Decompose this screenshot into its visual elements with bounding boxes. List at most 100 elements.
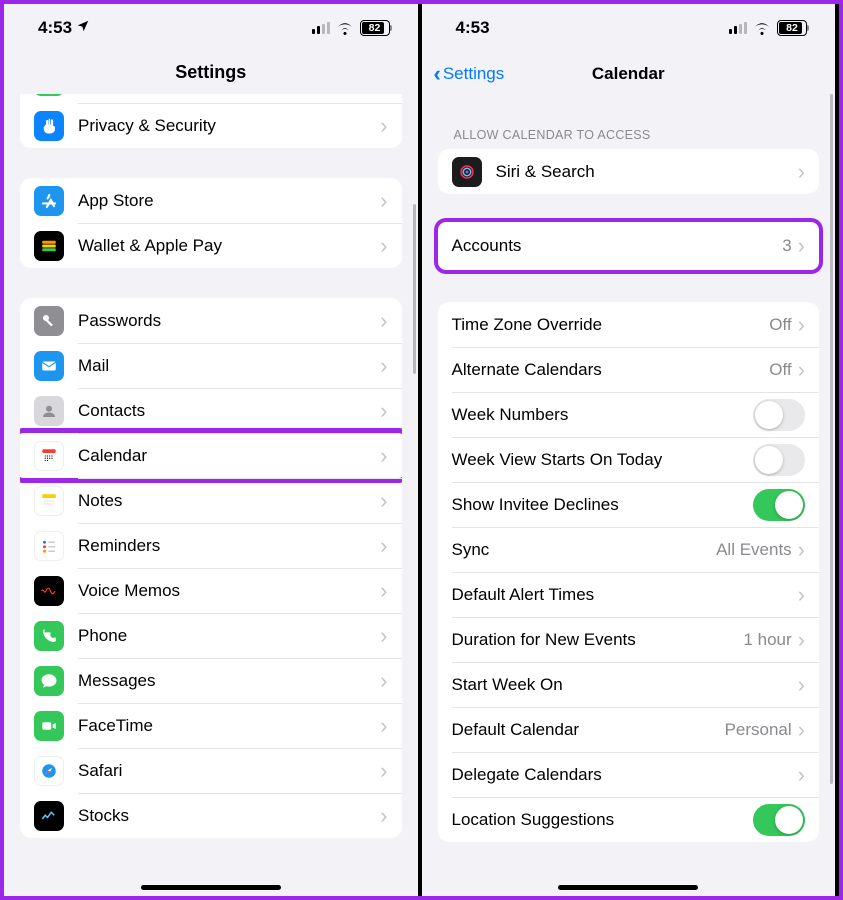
toggle-week-view-today[interactable] xyxy=(753,444,805,476)
row-default-calendar[interactable]: Default Calendar Personal › xyxy=(438,707,820,752)
chevron-right-icon: › xyxy=(380,235,387,257)
detail-value: Off xyxy=(769,360,791,380)
label: Delegate Calendars xyxy=(452,765,798,785)
battery-icon: 82 xyxy=(360,20,390,36)
chevron-right-icon: › xyxy=(798,161,805,183)
row-default-alert-times[interactable]: Default Alert Times › xyxy=(438,572,820,617)
row-phone[interactable]: Phone › xyxy=(20,613,402,658)
toggle-invitee-declines[interactable] xyxy=(753,489,805,521)
home-indicator[interactable] xyxy=(558,885,698,890)
detail-value: Personal xyxy=(725,720,792,740)
label: Reminders xyxy=(78,536,380,556)
contacts-icon xyxy=(34,396,64,426)
row-alternate-calendars[interactable]: Alternate Calendars Off › xyxy=(438,347,820,392)
back-button[interactable]: ‹ Settings xyxy=(434,63,505,85)
chevron-right-icon: › xyxy=(380,400,387,422)
scroll-indicator[interactable] xyxy=(413,204,416,374)
row-duration-new-events[interactable]: Duration for New Events 1 hour › xyxy=(438,617,820,662)
label: Messages xyxy=(78,671,380,691)
row-app-store[interactable]: App Store › xyxy=(20,178,402,223)
appstore-icon xyxy=(34,186,64,216)
chevron-right-icon: › xyxy=(380,490,387,512)
row-sync[interactable]: Sync All Events › xyxy=(438,527,820,572)
label: Sync xyxy=(452,540,717,560)
chevron-right-icon: › xyxy=(798,314,805,336)
phone-icon xyxy=(34,621,64,651)
safari-icon xyxy=(34,756,64,786)
row-stocks[interactable]: Stocks › xyxy=(20,793,402,838)
section-header-allow: ALLOW CALENDAR TO ACCESS xyxy=(422,120,836,149)
row-siri-search[interactable]: Siri & Search › xyxy=(438,149,820,194)
label: Mail xyxy=(78,356,380,376)
label: Alternate Calendars xyxy=(452,360,770,380)
chevron-right-icon: › xyxy=(798,764,805,786)
label: Calendar xyxy=(78,446,380,466)
row-calendar[interactable]: Calendar › xyxy=(20,433,402,478)
group-calendar-options: Time Zone Override Off › Alternate Calen… xyxy=(438,302,820,842)
chevron-right-icon: › xyxy=(380,355,387,377)
label: FaceTime xyxy=(78,716,380,736)
status-bar: 4:53 82 xyxy=(4,4,418,52)
row-notes[interactable]: Notes › xyxy=(20,478,402,523)
row-show-invitee-declines[interactable]: Show Invitee Declines xyxy=(438,482,820,527)
detail-value: Off xyxy=(769,315,791,335)
row-delegate-calendars[interactable]: Delegate Calendars › xyxy=(438,752,820,797)
calendar-scroll[interactable]: ALLOW CALENDAR TO ACCESS Siri & Search ›… xyxy=(422,94,836,896)
row-mail[interactable]: Mail › xyxy=(20,343,402,388)
group-apps: Passwords › Mail › Contacts › xyxy=(20,298,402,838)
settings-scroll[interactable]: › Privacy & Security › App Store › xyxy=(4,94,418,896)
toggle-location-suggestions[interactable] xyxy=(753,804,805,836)
battery-icon: 82 xyxy=(777,20,807,36)
row-location-suggestions[interactable]: Location Suggestions xyxy=(438,797,820,842)
row-safari[interactable]: Safari › xyxy=(20,748,402,793)
row-passwords[interactable]: Passwords › xyxy=(20,298,402,343)
row-week-numbers[interactable]: Week Numbers xyxy=(438,392,820,437)
row-hidden-top[interactable]: › xyxy=(20,94,402,103)
label: Wallet & Apple Pay xyxy=(78,236,380,256)
back-label: Settings xyxy=(443,64,504,84)
stocks-icon xyxy=(34,801,64,831)
row-voice-memos[interactable]: Voice Memos › xyxy=(20,568,402,613)
row-facetime[interactable]: FaceTime › xyxy=(20,703,402,748)
chevron-right-icon: › xyxy=(798,359,805,381)
row-privacy-security[interactable]: Privacy & Security › xyxy=(20,103,402,148)
status-time: 4:53 xyxy=(456,18,490,38)
chevron-right-icon: › xyxy=(380,715,387,737)
row-reminders[interactable]: Reminders › xyxy=(20,523,402,568)
toggle-week-numbers[interactable] xyxy=(753,399,805,431)
hand-icon xyxy=(34,111,64,141)
icon-placeholder xyxy=(34,94,64,96)
row-accounts[interactable]: Accounts 3 › xyxy=(438,222,820,270)
siri-icon xyxy=(452,157,482,187)
chevron-right-icon: › xyxy=(380,445,387,467)
mail-icon xyxy=(34,351,64,381)
row-wallet[interactable]: Wallet & Apple Pay › xyxy=(20,223,402,268)
row-time-zone-override[interactable]: Time Zone Override Off › xyxy=(438,302,820,347)
chevron-right-icon: › xyxy=(380,535,387,557)
row-start-week-on[interactable]: Start Week On › xyxy=(438,662,820,707)
phone-right-calendar: 4:53 82 ‹ Settings Calendar ALLOW CALEND… xyxy=(422,4,840,896)
label: Accounts xyxy=(452,236,783,256)
chevron-right-icon: › xyxy=(798,539,805,561)
label: Safari xyxy=(78,761,380,781)
chevron-right-icon: › xyxy=(380,115,387,137)
status-right: 82 xyxy=(312,20,390,36)
home-indicator[interactable] xyxy=(141,885,281,890)
notes-icon xyxy=(34,486,64,516)
location-icon xyxy=(76,19,90,36)
group-general-partial: › Privacy & Security › xyxy=(20,94,402,148)
group-store: App Store › Wallet & Apple Pay › xyxy=(20,178,402,268)
label: Contacts xyxy=(78,401,380,421)
chevron-right-icon: › xyxy=(798,584,805,606)
row-messages[interactable]: Messages › xyxy=(20,658,402,703)
page-title: Settings xyxy=(4,52,418,97)
messages-icon xyxy=(34,666,64,696)
label: Week View Starts On Today xyxy=(452,450,754,470)
label: App Store xyxy=(78,191,380,211)
scroll-indicator[interactable] xyxy=(830,94,833,784)
label: Voice Memos xyxy=(78,581,380,601)
row-week-view-today[interactable]: Week View Starts On Today xyxy=(438,437,820,482)
row-contacts[interactable]: Contacts › xyxy=(20,388,402,433)
chevron-right-icon: › xyxy=(798,235,805,257)
detail-value: 3 xyxy=(782,236,791,256)
